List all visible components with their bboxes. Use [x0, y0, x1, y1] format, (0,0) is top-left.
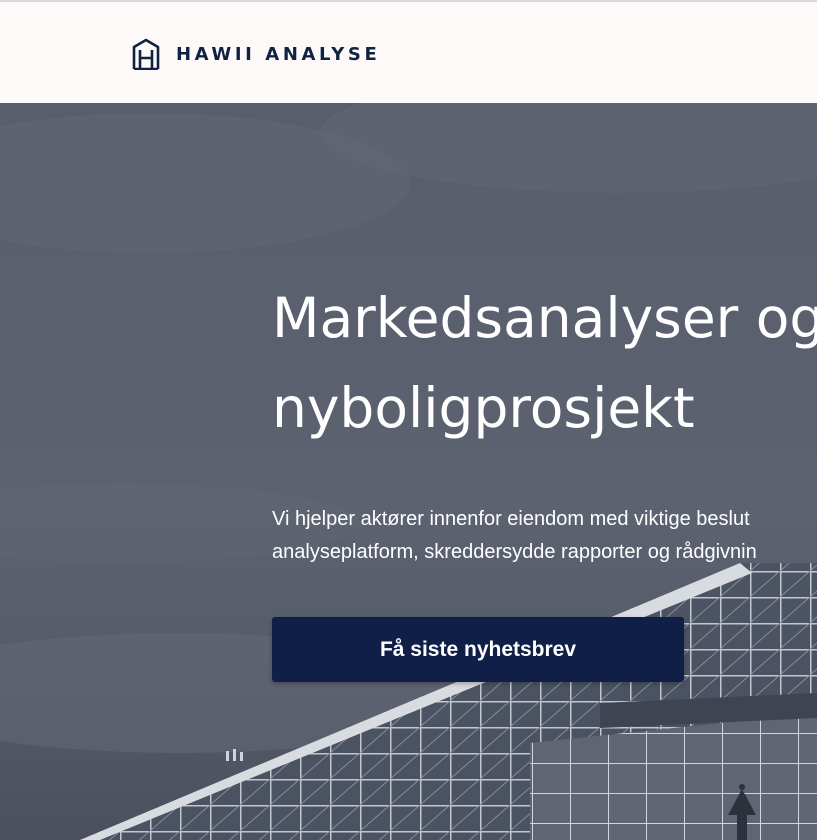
- site-header: HAWII ANALYSE: [0, 2, 817, 103]
- glass-building-photo: [0, 103, 817, 840]
- brand-logo-link[interactable]: HAWII ANALYSE: [131, 38, 380, 70]
- hero-title-line-1: Markedsanalyser og: [272, 286, 817, 350]
- hero-title-line-2: nyboligprosjekt: [272, 376, 695, 440]
- hero-description-line-1: Vi hjelper aktører innenfor eiendom med …: [272, 508, 750, 530]
- house-h-logo-icon: [132, 38, 160, 70]
- brand-name: HAWII ANALYSE: [176, 43, 381, 65]
- hero-title: Markedsanalyser og nyboligprosjekt: [272, 273, 817, 453]
- hero-section: Markedsanalyser og nyboligprosjekt Vi hj…: [0, 103, 817, 840]
- hero-description: Vi hjelper aktører innenfor eiendom med …: [272, 503, 817, 569]
- hero-description-line-2: analyseplatform, skreddersydde rapporter…: [272, 541, 757, 563]
- newsletter-button[interactable]: Få siste nyhetsbrev: [272, 617, 684, 682]
